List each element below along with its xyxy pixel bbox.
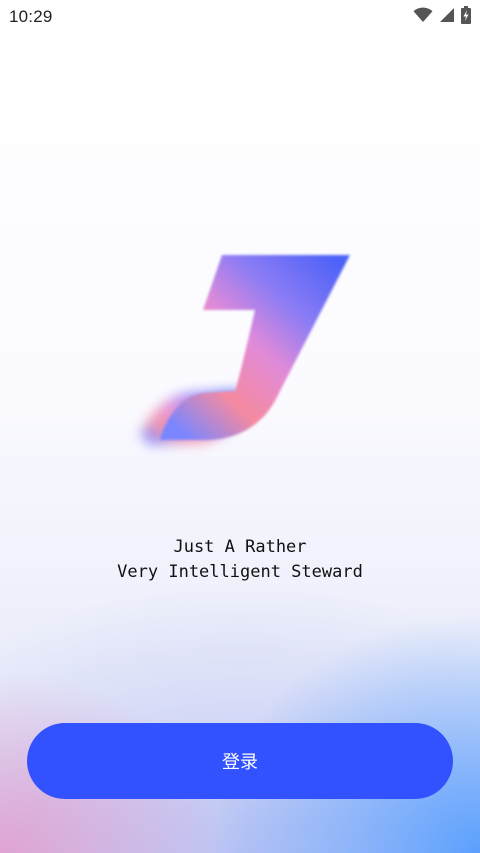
status-time: 10:29 [9, 7, 53, 26]
j-logo [120, 245, 360, 465]
status-icons [413, 6, 471, 28]
tagline-line-2: Very Intelligent Steward [117, 562, 363, 582]
tagline: Just A Rather Very Intelligent Steward [0, 535, 480, 585]
tagline-line-1: Just A Rather [173, 537, 307, 557]
cellular-signal-icon [439, 7, 455, 27]
battery-charging-icon [461, 6, 471, 28]
status-bar: 10:29 [0, 0, 480, 34]
login-button[interactable]: 登录 [27, 723, 453, 799]
wifi-icon [413, 7, 433, 27]
